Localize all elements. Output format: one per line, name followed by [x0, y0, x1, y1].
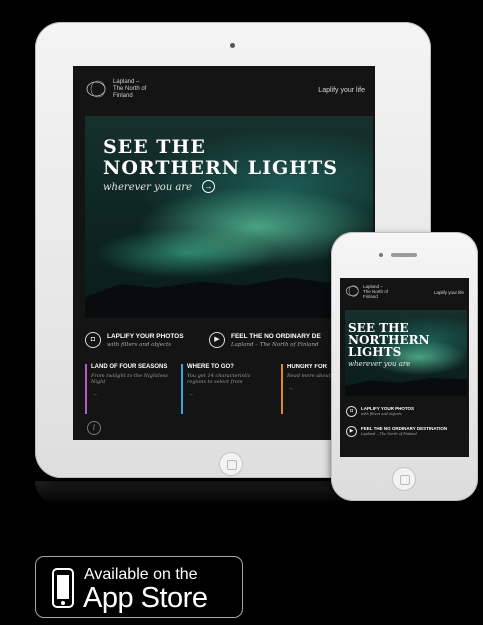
tagline: Laplify your life: [318, 87, 365, 94]
column-where-to-go[interactable]: WHERE TO GO? You get 14 characteristic r…: [181, 364, 271, 414]
iphone-device: Lapland – The North of Finland Laplify y…: [331, 232, 478, 501]
hero-title-line1: SEE THE: [103, 136, 206, 158]
column-four-seasons[interactable]: LAND OF FOUR SEASONS From twilight to th…: [85, 364, 175, 414]
promo-laplify-photos[interactable]: ◘ LAPLIFY YOUR PHOTOS with filters and o…: [85, 332, 205, 352]
promo-subtitle: with filters and objects: [107, 342, 172, 348]
row-title: FEEL THE NO ORDINARY DESTINATION: [361, 426, 448, 431]
logo-text: Lapland – The North of Finland: [363, 284, 389, 299]
hero-subtitle: wherever you are: [348, 360, 411, 368]
column-title: WHERE TO GO?: [187, 364, 234, 370]
column-title: LAND OF FOUR SEASONS: [91, 364, 168, 370]
lapland-logo-icon: [86, 80, 106, 98]
ipad-camera: [230, 43, 235, 48]
row-subtitle: Lapland – The North of Finland: [361, 432, 417, 436]
iphone-icon: [52, 568, 74, 608]
iphone-home-button: [392, 467, 416, 491]
column-text: You get 14 characteristic regions to sel…: [187, 373, 251, 385]
app-store-badge[interactable]: Available on the App Store: [35, 556, 243, 618]
hero-title-line2: NORTHERN LIGHTS: [103, 157, 339, 179]
row-laplify-photos[interactable]: ◘ LAPLIFY YOUR PHOTOS with filters and o…: [346, 406, 464, 422]
camera-icon: ◘: [85, 332, 101, 348]
row-subtitle: with filters and objects: [361, 412, 402, 416]
promo-title: LAPLIFY YOUR PHOTOS: [107, 333, 184, 340]
hero-hill: [85, 275, 373, 318]
ipad-screen: Lapland – The North of Finland Laplify y…: [73, 66, 375, 440]
logo-text: Lapland – The North of Finland: [113, 79, 147, 99]
arrow-right-icon: →: [187, 391, 194, 398]
row-title: LAPLIFY YOUR PHOTOS: [361, 406, 415, 411]
lapland-logo-icon: [346, 285, 359, 297]
column-text: From twilight to the Nightless Night: [91, 373, 168, 385]
iphone-speaker: [391, 253, 417, 257]
hero-title-line3: LIGHTS: [348, 345, 402, 359]
promo-subtitle: Lapland – The North of Finland: [231, 342, 319, 348]
tagline: Laplify your life: [433, 290, 464, 295]
hero-banner[interactable]: SEE THE NORTHERN LIGHTS wherever you are…: [85, 116, 373, 318]
arrow-right-icon: →: [91, 391, 98, 398]
info-icon[interactable]: i: [87, 421, 101, 435]
play-icon: ▶: [346, 426, 357, 437]
hero-hill: [345, 378, 467, 396]
iphone-camera: [379, 253, 383, 257]
badge-app-store-text: App Store: [83, 582, 208, 614]
camera-icon: ◘: [346, 406, 357, 417]
row-feel-destination[interactable]: ▶ FEEL THE NO ORDINARY DESTINATION Lapla…: [346, 426, 464, 442]
arrow-right-icon[interactable]: →: [202, 180, 215, 193]
play-icon: ▶: [209, 332, 225, 348]
iphone-screen: Lapland – The North of Finland Laplify y…: [340, 278, 469, 457]
ipad-home-button: [219, 452, 243, 476]
promo-title: FEEL THE NO ORDINARY DE: [231, 333, 321, 340]
hero-subtitle: wherever you are: [103, 182, 193, 193]
